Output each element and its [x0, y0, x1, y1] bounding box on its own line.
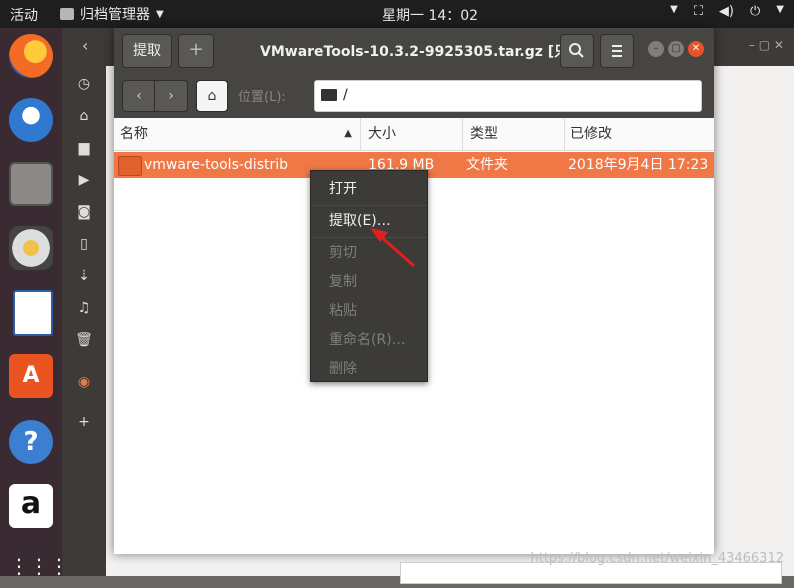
- sort-ascending-icon: ▲: [344, 128, 352, 139]
- home-button[interactable]: ⌂: [196, 80, 228, 112]
- folder-icon[interactable]: ▆: [74, 138, 94, 158]
- power-icon[interactable]: ⏻: [750, 4, 760, 19]
- column-name[interactable]: 名称 ▲: [114, 118, 361, 150]
- row-modified: 2018年9月4日 17:23: [568, 157, 709, 173]
- menu-cut[interactable]: 剪切: [311, 239, 427, 267]
- chevron-down-icon[interactable]: ▼: [776, 4, 784, 19]
- help-icon[interactable]: ?: [9, 420, 53, 464]
- background-sidebar: ◷ ⌂ ▆ ▶ ◙ ▯ ⇣ ♫ 🗑 ◉ +: [62, 66, 106, 576]
- location-path: /: [343, 87, 348, 103]
- menu-copy[interactable]: 复制: [311, 268, 427, 296]
- activities-button[interactable]: 活动: [10, 5, 38, 25]
- watermark: https://blog.csdn.net/weixin_43466312: [530, 551, 784, 566]
- add-files-button[interactable]: +: [178, 34, 214, 68]
- folder-icon: [321, 89, 337, 101]
- column-modified[interactable]: 已修改: [564, 118, 710, 150]
- clock[interactable]: 星期一 14：02: [382, 5, 478, 25]
- minimize-button[interactable]: –: [648, 41, 664, 57]
- app-menu-button[interactable]: 归档管理器 ▼: [60, 4, 164, 24]
- home-icon: ⌂: [207, 88, 217, 104]
- navigation-bar: ‹ › ⌂ 位置(L): /: [114, 72, 714, 118]
- apps-grid-icon[interactable]: ⋮⋮⋮: [9, 544, 69, 588]
- trash-icon[interactable]: 🗑: [74, 330, 94, 350]
- row-name: vmware-tools-distrib: [144, 157, 289, 173]
- writer-icon[interactable]: [13, 290, 53, 336]
- window-controls[interactable]: – ▢ ✕: [749, 38, 784, 52]
- software-icon[interactable]: A: [9, 354, 53, 398]
- chevron-down-icon: ▼: [156, 8, 164, 20]
- extract-button[interactable]: 提取: [122, 34, 172, 68]
- amazon-icon[interactable]: a: [9, 484, 53, 528]
- volume-icon[interactable]: ◀): [719, 4, 734, 19]
- network-icon[interactable]: ⛶: [694, 4, 703, 19]
- add-location-icon[interactable]: +: [74, 412, 94, 432]
- chevron-down-icon[interactable]: ▼: [670, 4, 678, 19]
- music-icon[interactable]: ♫: [74, 298, 94, 318]
- location-field[interactable]: /: [314, 80, 702, 112]
- menu-separator: [311, 237, 427, 238]
- forward-button[interactable]: ›: [154, 80, 188, 112]
- back-icon[interactable]: ‹: [82, 36, 88, 55]
- rhythmbox-icon[interactable]: [9, 226, 53, 270]
- search-button[interactable]: [560, 34, 594, 68]
- window-title: VMwareTools-10.3.2-9925305.tar.gz [只读]: [260, 44, 589, 60]
- hamburger-icon: [612, 45, 622, 57]
- menu-open[interactable]: 打开: [311, 175, 427, 203]
- column-header: 名称 ▲ 大小 类型 已修改: [114, 118, 714, 151]
- files-icon[interactable]: [9, 162, 53, 206]
- maximize-button[interactable]: ▢: [668, 41, 684, 57]
- column-size[interactable]: 大小: [362, 118, 463, 150]
- camera-icon[interactable]: ◙: [74, 202, 94, 222]
- firefox-icon[interactable]: [9, 34, 53, 78]
- menu-button[interactable]: [600, 34, 634, 68]
- back-button[interactable]: ‹: [122, 80, 156, 112]
- app-menu-label: 归档管理器: [80, 7, 150, 23]
- home-icon[interactable]: ⌂: [74, 106, 94, 126]
- system-tray[interactable]: ▼ ⛶ ◀) ⏻ ▼: [670, 4, 784, 19]
- search-icon: [569, 43, 584, 58]
- dock: A ? a ⋮⋮⋮: [0, 28, 69, 578]
- column-name-label: 名称: [120, 126, 148, 142]
- download-icon[interactable]: ⇣: [74, 266, 94, 286]
- row-type: 文件夹: [466, 157, 508, 173]
- menu-extract[interactable]: 提取(E)…: [311, 207, 427, 235]
- video-icon[interactable]: ▶: [74, 170, 94, 190]
- document-icon[interactable]: ▯: [74, 234, 94, 254]
- menu-paste[interactable]: 粘贴: [311, 297, 427, 325]
- thunderbird-icon[interactable]: [9, 98, 53, 142]
- menu-rename[interactable]: 重命名(R)…: [311, 326, 427, 354]
- location-label: 位置(L):: [238, 90, 286, 105]
- archive-manager-icon: [60, 8, 74, 20]
- folder-icon: [118, 156, 142, 176]
- close-button[interactable]: ✕: [688, 41, 704, 57]
- menu-separator: [311, 205, 427, 206]
- menu-delete[interactable]: 删除: [311, 355, 427, 383]
- column-type[interactable]: 类型: [464, 118, 565, 150]
- header-bar: 提取 + VMwareTools-10.3.2-9925305.tar.gz […: [114, 28, 714, 72]
- recent-icon[interactable]: ◷: [74, 74, 94, 94]
- disc-icon[interactable]: ◉: [74, 372, 94, 392]
- top-panel: 活动 归档管理器 ▼ 星期一 14：02 ▼ ⛶ ◀) ⏻ ▼: [0, 0, 794, 28]
- context-menu: 打开 提取(E)… 剪切 复制 粘贴 重命名(R)… 删除: [310, 170, 428, 382]
